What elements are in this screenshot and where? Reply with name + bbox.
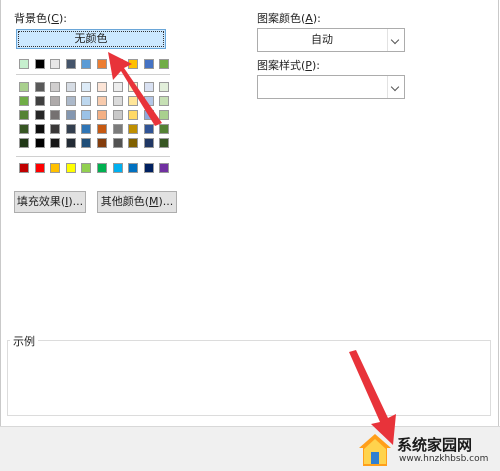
theme-top-color-swatch[interactable] [50, 59, 61, 69]
house-logo-icon [359, 434, 391, 466]
theme-top-color-swatch[interactable] [19, 59, 29, 69]
theme-shade-color-swatch[interactable] [50, 110, 61, 120]
theme-shade-color-swatch[interactable] [50, 96, 61, 106]
standard-color-swatch[interactable] [19, 163, 29, 173]
chevron-down-icon[interactable] [387, 29, 404, 51]
theme-shade-color-swatch[interactable] [128, 82, 139, 92]
theme-shade-color-swatch[interactable] [97, 96, 107, 106]
sample-group-title: 示例 [10, 333, 38, 349]
watermark-site-url: www.hnzkhbsb.com [399, 454, 489, 464]
pattern-style-dropdown[interactable] [257, 75, 405, 99]
theme-shade-color-swatch[interactable] [19, 124, 29, 134]
theme-shade-color-swatch[interactable] [65, 124, 76, 134]
standard-color-swatch[interactable] [112, 163, 123, 173]
pattern-color-dropdown[interactable]: 自动 [257, 28, 405, 52]
theme-shade-color-swatch[interactable] [34, 124, 45, 134]
theme-shade-color-swatch[interactable] [50, 82, 61, 92]
theme-top-color-swatch[interactable] [81, 59, 92, 69]
standard-color-swatch[interactable] [159, 163, 170, 173]
theme-shade-color-swatch[interactable] [159, 82, 170, 92]
palette-separator-top [16, 74, 170, 75]
pattern-color-value: 自动 [311, 33, 333, 46]
theme-shade-color-swatch[interactable] [112, 110, 123, 120]
theme-top-color-swatch[interactable] [143, 59, 154, 69]
theme-shade-color-swatch[interactable] [34, 110, 45, 120]
theme-shade-color-swatch[interactable] [159, 138, 170, 148]
theme-shade-color-swatch[interactable] [143, 124, 154, 134]
theme-shade-color-swatch[interactable] [81, 124, 92, 134]
theme-shade-color-swatch[interactable] [128, 96, 139, 106]
pattern-style-label: 图案样式(P): [257, 59, 320, 72]
theme-shade-color-swatch[interactable] [19, 96, 29, 106]
palette-separator-bottom [16, 156, 170, 157]
standard-color-swatch[interactable] [65, 163, 76, 173]
standard-color-swatch[interactable] [81, 163, 92, 173]
standard-color-swatch[interactable] [97, 163, 107, 173]
no-color-button[interactable]: 无颜色 [16, 29, 166, 49]
theme-shade-color-swatch[interactable] [97, 110, 107, 120]
theme-shade-color-swatch[interactable] [159, 124, 170, 134]
theme-shade-color-swatch[interactable] [143, 96, 154, 106]
theme-shade-color-swatch[interactable] [97, 138, 107, 148]
standard-color-swatch[interactable] [50, 163, 61, 173]
theme-shade-color-swatch[interactable] [34, 82, 45, 92]
theme-shade-color-swatch[interactable] [112, 124, 123, 134]
panel-right-border [498, 0, 499, 426]
site-watermark: 系统家园网 www.hnzkhbsb.com [357, 432, 497, 468]
theme-shade-color-swatch[interactable] [19, 110, 29, 120]
theme-shade-color-swatch[interactable] [143, 138, 154, 148]
theme-shade-color-swatch[interactable] [81, 96, 92, 106]
theme-shade-color-swatch[interactable] [65, 96, 76, 106]
theme-shade-color-swatch[interactable] [65, 110, 76, 120]
standard-color-swatch[interactable] [143, 163, 154, 173]
theme-shade-color-swatch[interactable] [65, 138, 76, 148]
theme-shade-color-swatch[interactable] [112, 82, 123, 92]
theme-top-color-swatch[interactable] [34, 59, 45, 69]
theme-shade-color-swatch[interactable] [19, 138, 29, 148]
theme-top-color-swatch[interactable] [97, 59, 107, 69]
theme-shade-color-swatch[interactable] [81, 138, 92, 148]
theme-shade-color-swatch[interactable] [143, 82, 154, 92]
fill-effects-button[interactable]: 填充效果(I)... [14, 191, 86, 213]
theme-shade-color-swatch[interactable] [97, 124, 107, 134]
theme-shade-color-swatch[interactable] [97, 82, 107, 92]
theme-shade-color-swatch[interactable] [81, 82, 92, 92]
theme-top-color-swatch[interactable] [112, 59, 123, 69]
theme-shade-color-swatch[interactable] [50, 138, 61, 148]
theme-shade-color-swatch[interactable] [81, 110, 92, 120]
theme-shade-color-swatch[interactable] [34, 138, 45, 148]
theme-shade-color-swatch[interactable] [128, 124, 139, 134]
theme-shade-color-swatch[interactable] [143, 110, 154, 120]
more-colors-button[interactable]: 其他颜色(M)... [97, 191, 177, 213]
theme-shade-color-swatch[interactable] [128, 110, 139, 120]
theme-shade-color-swatch[interactable] [112, 96, 123, 106]
theme-shade-color-swatch[interactable] [19, 82, 29, 92]
theme-shade-color-swatch[interactable] [65, 82, 76, 92]
standard-color-swatch[interactable] [128, 163, 139, 173]
theme-top-color-swatch[interactable] [128, 59, 139, 69]
pattern-color-label: 图案颜色(A): [257, 12, 321, 25]
theme-top-color-swatch[interactable] [159, 59, 170, 69]
theme-shade-color-swatch[interactable] [112, 138, 123, 148]
standard-color-swatch[interactable] [34, 163, 45, 173]
watermark-site-name: 系统家园网 [397, 436, 473, 454]
theme-top-color-swatch[interactable] [65, 59, 76, 69]
theme-shade-color-swatch[interactable] [50, 124, 61, 134]
theme-shade-color-swatch[interactable] [159, 96, 170, 106]
sample-preview-box [7, 340, 491, 416]
theme-shade-color-swatch[interactable] [34, 96, 45, 106]
theme-shade-color-swatch[interactable] [128, 138, 139, 148]
theme-shade-color-swatch[interactable] [159, 110, 170, 120]
panel-left-border [0, 0, 1, 426]
background-color-label: 背景色(C): [14, 12, 67, 25]
chevron-down-icon[interactable] [387, 76, 404, 98]
